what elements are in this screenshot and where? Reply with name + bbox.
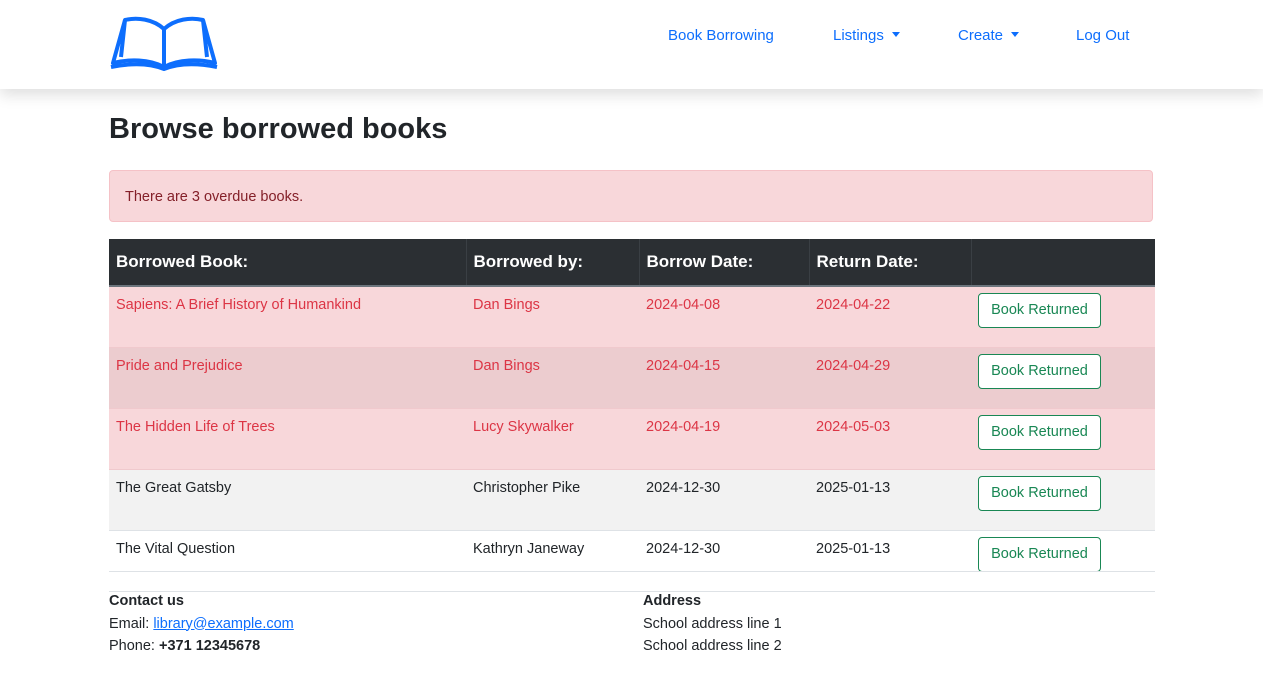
cell-action: Book Returned	[971, 530, 1155, 592]
nav-listings-dropdown[interactable]: Listings	[833, 27, 900, 44]
header-borrow-date: Borrow Date:	[639, 239, 810, 287]
book-returned-button[interactable]: Book Returned	[978, 293, 1101, 328]
table-row: Pride and Prejudice Dan Bings 2024-04-15…	[109, 347, 1155, 409]
cell-book: The Great Gatsby	[109, 469, 466, 531]
book-returned-button[interactable]: Book Returned	[978, 537, 1101, 572]
table-row: The Great Gatsby Christopher Pike 2024-1…	[109, 469, 1155, 531]
nav-book-borrowing[interactable]: Book Borrowing	[668, 27, 774, 44]
cell-borrow-date: 2024-12-30	[639, 469, 809, 531]
cell-borrowed-by: Kathryn Janeway	[466, 530, 639, 592]
cell-book: Pride and Prejudice	[109, 347, 466, 409]
book-returned-button[interactable]: Book Returned	[978, 476, 1101, 511]
address-line-2: School address line 2	[643, 638, 782, 654]
cell-return-date: 2024-05-03	[809, 408, 971, 470]
cell-book: The Vital Question	[109, 530, 466, 592]
header-borrowed-book: Borrowed Book:	[109, 239, 467, 287]
phone-label: Phone:	[109, 638, 159, 654]
nav-create-label: Create	[958, 27, 1004, 44]
table-row: Sapiens: A Brief History of Humankind Da…	[109, 286, 1155, 348]
footer-contact: Contact us Email: library@example.com Ph…	[109, 590, 294, 658]
caret-down-icon	[1011, 31, 1020, 37]
email-label: Email:	[109, 615, 154, 632]
navbar: Book Borrowing Listings Create Log Out	[0, 0, 1263, 89]
header-return-date: Return Date:	[809, 239, 972, 287]
cell-borrowed-by: Dan Bings	[466, 347, 639, 409]
cell-borrowed-by: Dan Bings	[466, 286, 639, 348]
table-row: The Hidden Life of Trees Lucy Skywalker …	[109, 408, 1155, 470]
borrowed-books-table: Borrowed Book: Borrowed by: Borrow Date:…	[109, 239, 1155, 592]
cell-action: Book Returned	[971, 408, 1155, 470]
email-link[interactable]: library@example.com	[153, 616, 293, 632]
nav-listings-label: Listings	[833, 27, 884, 44]
page-title: Browse borrowed books	[109, 113, 448, 145]
cell-action: Book Returned	[971, 347, 1155, 409]
book-returned-button[interactable]: Book Returned	[978, 415, 1101, 450]
cell-borrow-date: 2024-04-19	[639, 408, 809, 470]
address-line-1: School address line 1	[643, 615, 782, 632]
caret-down-icon	[891, 31, 900, 37]
contact-heading: Contact us	[109, 593, 184, 609]
footer-address: Address School address line 1 School add…	[643, 590, 782, 658]
nav-create-dropdown[interactable]: Create	[958, 27, 1020, 44]
cell-action: Book Returned	[971, 286, 1155, 348]
cell-borrowed-by: Lucy Skywalker	[466, 408, 639, 470]
header-borrowed-by: Borrowed by:	[466, 239, 640, 287]
cell-borrow-date: 2024-12-30	[639, 530, 809, 592]
cell-action: Book Returned	[971, 469, 1155, 531]
address-heading: Address	[643, 593, 702, 609]
cell-return-date: 2025-01-13	[809, 469, 971, 531]
phone-number: +371 12345678	[159, 638, 261, 654]
overdue-alert: There are 3 overdue books.	[109, 170, 1153, 222]
cell-book: Sapiens: A Brief History of Humankind	[109, 286, 466, 348]
cell-return-date: 2025-01-13	[809, 530, 971, 592]
open-book-icon[interactable]	[109, 15, 219, 71]
cell-return-date: 2024-04-29	[809, 347, 971, 409]
nav-log-out[interactable]: Log Out	[1076, 27, 1129, 44]
header-actions	[971, 239, 1155, 287]
cell-borrowed-by: Christopher Pike	[466, 469, 639, 531]
cell-borrow-date: 2024-04-08	[639, 286, 809, 348]
table-header-row: Borrowed Book: Borrowed by: Borrow Date:…	[109, 239, 1155, 287]
footer-divider	[109, 571, 1155, 572]
cell-book: The Hidden Life of Trees	[109, 408, 466, 470]
cell-return-date: 2024-04-22	[809, 286, 971, 348]
book-returned-button[interactable]: Book Returned	[978, 354, 1101, 389]
table-row: The Vital Question Kathryn Janeway 2024-…	[109, 530, 1155, 592]
cell-borrow-date: 2024-04-15	[639, 347, 809, 409]
